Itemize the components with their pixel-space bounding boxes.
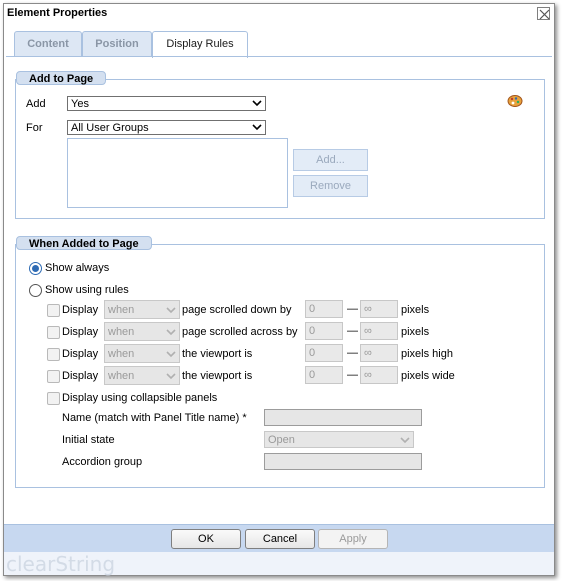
cancel-button[interactable]: Cancel — [245, 529, 315, 549]
rule-when-value: when — [108, 326, 135, 338]
show-using-rules-label: Show using rules — [45, 284, 129, 296]
chevron-down-icon — [166, 351, 176, 358]
add-label: Add — [26, 98, 46, 110]
rule-when-value: when — [108, 304, 135, 316]
rule-when-select[interactable]: when — [104, 366, 180, 385]
rule-from-input[interactable]: 0 — [305, 344, 343, 362]
status-bar: clearString — [4, 552, 554, 576]
accordion-group-label: Accordion group — [62, 456, 143, 468]
collapsible-checkbox[interactable] — [47, 392, 60, 405]
rule-to-input[interactable]: ∞ — [360, 322, 398, 340]
close-icon — [539, 9, 550, 20]
add-button[interactable]: Add... — [293, 149, 368, 171]
rule-unit: pixels — [401, 326, 430, 338]
chevron-down-icon — [252, 124, 262, 131]
chevron-down-icon — [166, 373, 176, 380]
for-select[interactable]: All User Groups — [67, 120, 266, 135]
dash: — — [347, 303, 358, 315]
rule-display-label: Display — [62, 370, 99, 382]
rule-condition: page scrolled down by — [182, 304, 292, 316]
rule-unit: pixels — [401, 304, 430, 316]
rule-when-select[interactable]: when — [104, 300, 180, 319]
show-always-radio[interactable] — [29, 262, 42, 275]
dash: — — [347, 347, 358, 359]
add-to-page-section: Add to Page Add Yes For All User Groups … — [15, 71, 545, 219]
element-properties-dialog: Element Properties Content Position Disp… — [3, 3, 555, 576]
rule-condition: page scrolled across by — [182, 326, 298, 338]
remove-button[interactable]: Remove — [293, 175, 368, 197]
chevron-down-icon — [400, 437, 410, 444]
dash: — — [347, 369, 358, 381]
rule-unit: pixels high — [401, 348, 453, 360]
close-button[interactable] — [537, 7, 550, 20]
ok-button[interactable]: OK — [171, 529, 241, 549]
rule-display-label: Display — [62, 326, 99, 338]
rule-checkbox[interactable] — [47, 370, 60, 383]
brand-logo: clearString — [6, 552, 116, 576]
for-select-value: All User Groups — [71, 122, 149, 134]
add-to-page-legend: Add to Page — [16, 71, 107, 85]
for-label: For — [26, 122, 43, 134]
tab-bar: Content Position Display Rules — [14, 31, 554, 58]
user-groups-list[interactable] — [67, 138, 288, 208]
panel-name-label: Name (match with Panel Title name) * — [62, 412, 247, 424]
initial-state-label: Initial state — [62, 434, 115, 446]
tab-position[interactable]: Position — [82, 31, 152, 57]
rule-from-input[interactable]: 0 — [305, 300, 343, 318]
rule-display-label: Display — [62, 304, 99, 316]
title-bar[interactable]: Element Properties — [4, 4, 554, 25]
dialog-footer: OK Cancel Apply — [4, 524, 554, 552]
rule-checkbox[interactable] — [47, 326, 60, 339]
initial-state-value: Open — [268, 434, 295, 446]
when-added-section: When Added to Page Show always Show usin… — [15, 236, 545, 488]
dialog-title: Element Properties — [7, 7, 108, 19]
rule-condition: the viewport is — [182, 370, 253, 382]
rule-when-value: when — [108, 370, 135, 382]
show-using-rules-radio[interactable] — [29, 284, 42, 297]
chevron-down-icon — [166, 307, 176, 314]
rule-display-label: Display — [62, 348, 99, 360]
rule-to-input[interactable]: ∞ — [360, 366, 398, 384]
accordion-group-input[interactable] — [264, 453, 422, 470]
chevron-down-icon — [252, 100, 262, 107]
initial-state-select[interactable]: Open — [264, 431, 414, 448]
rule-to-input[interactable]: ∞ — [360, 344, 398, 362]
rule-from-input[interactable]: 0 — [305, 322, 343, 340]
collapsible-label: Display using collapsible panels — [62, 392, 218, 404]
rule-condition: the viewport is — [182, 348, 253, 360]
panel-name-input[interactable] — [264, 409, 422, 426]
rule-when-value: when — [108, 348, 135, 360]
display-rules-panel: Add to Page Add Yes For All User Groups … — [6, 56, 552, 524]
tab-content[interactable]: Content — [14, 31, 82, 57]
rule-unit: pixels wide — [401, 370, 455, 382]
rule-when-select[interactable]: when — [104, 344, 180, 363]
rule-when-select[interactable]: when — [104, 322, 180, 341]
add-select[interactable]: Yes — [67, 96, 266, 111]
dash: — — [347, 325, 358, 337]
rule-checkbox[interactable] — [47, 348, 60, 361]
when-added-legend: When Added to Page — [16, 236, 152, 250]
show-always-label: Show always — [45, 262, 110, 274]
rule-to-input[interactable]: ∞ — [360, 300, 398, 318]
tab-display-rules[interactable]: Display Rules — [152, 31, 248, 58]
rule-checkbox[interactable] — [47, 304, 60, 317]
apply-button[interactable]: Apply — [318, 529, 388, 549]
add-select-value: Yes — [71, 98, 89, 110]
rules-icon[interactable] — [507, 94, 523, 108]
chevron-down-icon — [166, 329, 176, 336]
rule-from-input[interactable]: 0 — [305, 366, 343, 384]
